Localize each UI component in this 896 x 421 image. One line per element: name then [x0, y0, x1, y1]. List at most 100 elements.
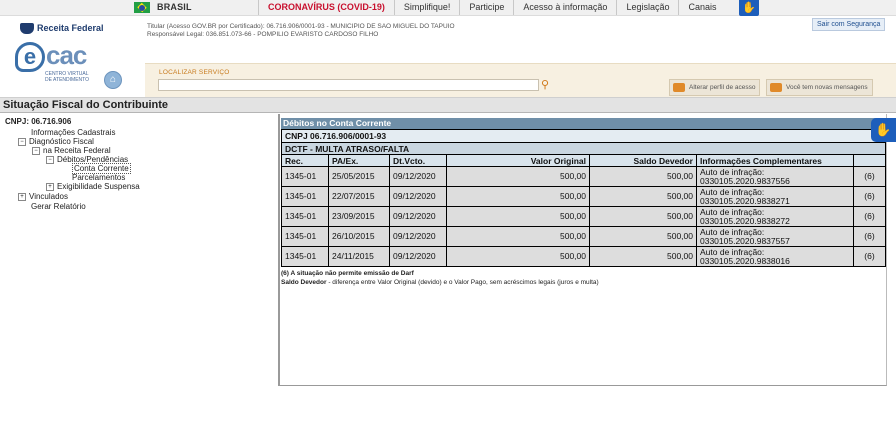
table-row: 1345-01 22/07/2015 09/12/2020 500,00 500… [281, 186, 886, 207]
table-row: 1345-01 26/10/2015 09/12/2020 500,00 500… [281, 226, 886, 247]
tree-item-gerar-relatorio[interactable]: Gerar Relatório [31, 202, 86, 211]
profile-icon [673, 82, 685, 92]
exit-button[interactable]: Sair com Segurança [812, 18, 886, 31]
cell-valor: 500,00 [446, 226, 590, 247]
col-info: Informações Complementares [696, 154, 854, 167]
cell-pa: 25/05/2015 [328, 166, 390, 187]
titular-line: Titular (Acesso GOV.BR por Certificado):… [147, 23, 455, 30]
ecac-cac-text: cac [46, 40, 87, 70]
cell-valor: 500,00 [446, 246, 590, 267]
cell-saldo: 500,00 [589, 166, 697, 187]
sidebar: CNPJ: 06.716.906 Informações Cadastrais … [0, 114, 278, 414]
table-group: DCTF - MULTA ATRASO/FALTA [281, 142, 886, 155]
gov-bar: BRASIL CORONAVÍRUS (COVID-19) Simplifiqu… [0, 0, 896, 16]
tree-item-conta-corrente[interactable]: Conta Corrente [72, 163, 131, 174]
cell-pa: 26/10/2015 [328, 226, 390, 247]
expand-icon[interactable]: + [46, 182, 54, 191]
col-rec: Rec. [281, 154, 329, 167]
change-profile-button[interactable]: Alterar perfil de acesso [669, 79, 761, 96]
search-icon[interactable]: ⚲ [539, 79, 551, 91]
canais-link[interactable]: Canais [678, 0, 725, 15]
info-number: 0330105.2020.9837557 [700, 235, 790, 246]
page-title: Situação Fiscal do Contribuinte [0, 97, 896, 113]
cell-obs: (6) [853, 206, 886, 227]
tree-item-label: na Receita Federal [43, 146, 111, 155]
cell-rec: 1345-01 [281, 226, 329, 247]
tree-item-label: Gerar Relatório [31, 202, 86, 211]
brasil-link[interactable]: BRASIL [157, 2, 192, 12]
info-number: 0330105.2020.9838016 [700, 255, 790, 266]
tree-item-parcelamentos[interactable]: Parcelamentos [72, 173, 125, 182]
gov-links: CORONAVÍRUS (COVID-19) Simplifique! Part… [258, 0, 725, 15]
cell-vcto: 09/12/2020 [389, 226, 447, 247]
note-darf: (6) A situação não permite emissão de Da… [281, 270, 414, 277]
home-icon[interactable]: ⌂ [104, 71, 122, 89]
collapse-icon[interactable]: − [32, 146, 40, 155]
cell-obs: (6) [853, 226, 886, 247]
cell-vcto: 09/12/2020 [389, 246, 447, 267]
cell-pa: 24/11/2015 [328, 246, 390, 267]
participe-link[interactable]: Participe [459, 0, 513, 15]
messages-label: Você tem novas mensagens [786, 84, 868, 91]
hand-accessibility-icon[interactable]: ✋ [739, 0, 759, 16]
cell-pa: 23/09/2015 [328, 206, 390, 227]
tree-item-label: Exigibilidade Suspensa [57, 182, 140, 191]
col-saldo: Saldo Devedor [589, 154, 697, 167]
tree-item-na-receita-federal[interactable]: − na Receita Federal [32, 146, 111, 155]
ecac-subtitle: CENTRO VIRTUAL DE ATENDIMENTO [45, 71, 89, 83]
table-row: 1345-01 24/11/2015 09/12/2020 500,00 500… [281, 246, 886, 267]
messages-button[interactable]: Você tem novas mensagens [766, 79, 873, 96]
debitos-panel: Débitos no Conta Corrente CNPJ 06.716.90… [281, 118, 886, 267]
table-notes: (6) A situação não permite emissão de Da… [281, 269, 599, 287]
debitos-table: CNPJ 06.716.906/0001-93 DCTF - MULTA ATR… [281, 129, 886, 267]
search-label: LOCALIZAR SERVIÇO [159, 69, 230, 76]
tree-item-informacoes-cadastrais[interactable]: Informações Cadastrais [31, 128, 115, 137]
note-saldo-text: - diferença entre Valor Original (devido… [326, 279, 599, 286]
cell-saldo: 500,00 [589, 246, 697, 267]
expand-icon[interactable]: + [18, 192, 26, 201]
col-pa: PA/Ex. [328, 154, 390, 167]
cell-rec: 1345-01 [281, 206, 329, 227]
cell-obs: (6) [853, 166, 886, 187]
col-vcto: Dt.Vcto. [389, 154, 447, 167]
ecac-e-glyph: e [15, 42, 45, 72]
legislacao-link[interactable]: Legislação [616, 0, 678, 15]
tree-item-diagnostico-fiscal[interactable]: − Diagnóstico Fiscal [18, 137, 94, 146]
cell-pa: 22/07/2015 [328, 186, 390, 207]
simplifique-link[interactable]: Simplifique! [393, 0, 460, 15]
covid-link[interactable]: CORONAVÍRUS (COVID-19) [258, 0, 394, 15]
cell-vcto: 09/12/2020 [389, 166, 447, 187]
cell-rec: 1345-01 [281, 186, 329, 207]
brazil-flag-icon [134, 2, 150, 13]
cell-saldo: 500,00 [589, 206, 697, 227]
col-valor: Valor Original [446, 154, 590, 167]
tree-item-vinculados[interactable]: + Vinculados [18, 192, 68, 201]
cell-saldo: 500,00 [589, 186, 697, 207]
search-input[interactable] [158, 79, 539, 91]
tree-item-label: Vinculados [29, 192, 68, 201]
cell-info: Auto de infração: 0330105.2020.9838016 [696, 246, 854, 267]
cell-obs: (6) [853, 186, 886, 207]
tree-item-label: Diagnóstico Fiscal [29, 137, 94, 146]
table-row: 1345-01 23/09/2015 09/12/2020 500,00 500… [281, 206, 886, 227]
accessibility-hand-icon[interactable]: ✋ [871, 118, 896, 142]
receita-federal-logo: Receita Federal [20, 23, 104, 35]
info-number: 0330105.2020.9838271 [700, 195, 790, 206]
cell-valor: 500,00 [446, 186, 590, 207]
info-number: 0330105.2020.9838272 [700, 215, 790, 226]
info-number: 0330105.2020.9837556 [700, 175, 790, 186]
acesso-informacao-link[interactable]: Acesso à informação [513, 0, 616, 15]
collapse-icon[interactable]: − [46, 155, 54, 164]
cell-obs: (6) [853, 246, 886, 267]
ecac-logo[interactable]: e cac CENTRO VIRTUAL DE ATENDIMENTO [15, 40, 90, 90]
tree-item-exigibilidade-suspensa[interactable]: + Exigibilidade Suspensa [46, 182, 140, 191]
cell-info: Auto de infração: 0330105.2020.9837557 [696, 226, 854, 247]
note-saldo-label: Saldo Devedor [281, 279, 327, 286]
col-obs [853, 154, 886, 167]
sidebar-cnpj: CNPJ: 06.716.906 [5, 117, 72, 126]
receita-federal-label: Receita Federal [37, 23, 104, 33]
collapse-icon[interactable]: − [18, 137, 26, 146]
cell-rec: 1345-01 [281, 246, 329, 267]
responsavel-line: Responsável Legal: 036.851.073-66 - POMP… [147, 31, 379, 38]
tree-item-label: Parcelamentos [72, 173, 126, 182]
